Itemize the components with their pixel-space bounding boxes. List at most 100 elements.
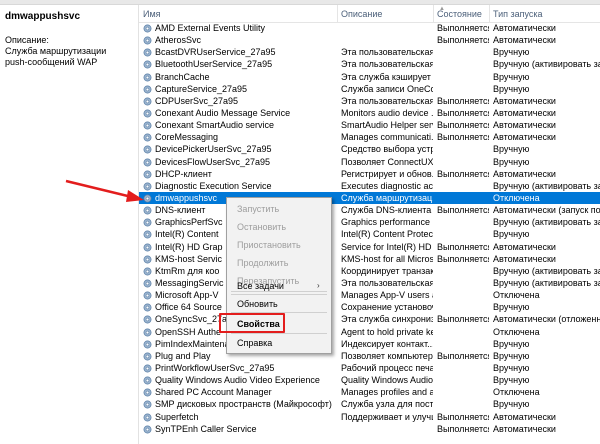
submenu-arrow-icon: › <box>317 281 320 290</box>
cell-name: AMD External Events Utility <box>155 23 266 33</box>
cell-name: CaptureService_27a95 <box>155 83 248 94</box>
table-row[interactable]: DHCP-клиент Регистрирует и обнов... Выполн… <box>139 168 600 180</box>
cell-startup-type: Вручную <box>493 350 530 361</box>
table-row[interactable]: CaptureService_27a95 Служба записи OneCor… <box>139 83 600 95</box>
cell-state: Выполняется <box>437 423 489 434</box>
column-divider[interactable] <box>337 5 338 22</box>
cell-state: Выполняется <box>437 132 489 143</box>
table-row[interactable]: Office 64 SourceСохранение установоч...В… <box>139 301 600 313</box>
cell-startup-type: Автоматически <box>493 168 556 179</box>
cell-name: DevicePickerUserSvc_27a95 <box>155 144 272 155</box>
cell-name: BcastDVRUserService_27a95 <box>155 47 276 58</box>
menu-item-resume[interactable]: Продолжить <box>237 258 288 268</box>
table-row[interactable]: BranchCache Эта служба кэширует ... Вручну… <box>139 71 600 83</box>
cell-state: Выполняется <box>437 314 489 325</box>
table-row[interactable]: Conexant Audio Message Service Monitors a… <box>139 107 600 119</box>
cell-startup-type: Автоматически <box>493 23 556 33</box>
cell-description: Service for Intel(R) HD G... <box>341 241 433 252</box>
service-title: dmwappushsvc <box>5 11 81 22</box>
table-row[interactable]: Microsoft App-VManages App-V users a...О… <box>139 289 600 301</box>
table-row[interactable]: Shared PC Account Manager Manages profile… <box>139 386 600 398</box>
table-row[interactable]: Intel(R) Content Intel(R) Content Protect… <box>139 228 600 240</box>
cell-startup-type: Отключена <box>493 326 540 337</box>
cell-startup-type: Вручную (активировать запу <box>493 265 600 276</box>
table-row[interactable]: DevicesFlowUserSvc_27a95 Позволяет Connec… <box>139 156 600 168</box>
cell-startup-type: Вручную <box>493 71 530 82</box>
properties-highlight <box>219 313 285 333</box>
cell-description: Эта пользовательская ... <box>341 47 433 58</box>
table-row[interactable]: PimIndexMaintenanceSvc_27a95 Индексирует … <box>139 338 600 350</box>
table-row[interactable]: MessagingServicЭта пользовательская ...В… <box>139 277 600 289</box>
table-row[interactable]: Intel(R) HD Grap Service for Intel(R) HD … <box>139 241 600 253</box>
cell-description: Эта пользовательская ... <box>341 277 433 288</box>
table-row[interactable]: KtmRm для коо Координирует транзак... Вруч… <box>139 265 600 277</box>
cell-startup-type: Автоматически <box>493 132 556 143</box>
table-row[interactable]: KMS-host Servic KMS-host for all Micros..… <box>139 253 600 265</box>
table-row[interactable]: DevicePickerUserSvc_27a95 Средство выбора… <box>139 143 600 155</box>
column-state[interactable]: Состояние <box>437 9 482 19</box>
menu-item-stop[interactable]: Остановить <box>237 222 286 232</box>
column-name[interactable]: Имя <box>143 9 161 19</box>
table-row[interactable]: CDPUserSvc_27a95 Эта пользовательская ...… <box>139 95 600 107</box>
column-startup-type[interactable]: Тип запуска <box>493 9 543 19</box>
cell-name: Quality Windows Audio Video Experience <box>155 375 320 386</box>
cell-name: SynTPEnh Caller Service <box>155 423 257 434</box>
cell-startup-type: Автоматически <box>493 120 556 131</box>
cell-description: Позволяет компьютер... <box>341 350 433 361</box>
cell-description: Служба записи OneCore <box>341 83 433 94</box>
cell-description: Координирует транзак... <box>341 265 433 276</box>
table-row[interactable]: GraphicsPerfSvc Graphics performance ... В… <box>139 216 600 228</box>
cell-description: Quality Windows Audio ... <box>341 375 433 386</box>
column-divider[interactable] <box>433 5 434 22</box>
cell-startup-type: Вручную (активировать запу <box>493 217 600 228</box>
cell-state: Выполняется <box>437 95 489 106</box>
table-row[interactable]: BluetoothUserService_27a95 Эта пользовате… <box>139 58 600 70</box>
cell-description: Индексирует контакт... <box>341 338 433 349</box>
table-row[interactable]: Plug and Play Позволяет компьютер... Выпол… <box>139 350 600 362</box>
cell-startup-type: Вручную <box>493 338 530 349</box>
table-row[interactable]: dmwappushsvc Служба маршрутизац... Отключе… <box>139 191 600 205</box>
table-row[interactable]: Quality Windows Audio Video Experience Qu… <box>139 374 600 386</box>
cell-startup-type: Автоматически <box>493 95 556 106</box>
cell-description: Эта служба кэширует ... <box>341 71 433 82</box>
column-divider[interactable] <box>489 5 490 22</box>
cell-state: Выполняется <box>437 241 489 252</box>
table-row[interactable]: SMP дисковых пространств (Майкрософт) Слу… <box>139 398 600 410</box>
red-arrow-icon <box>65 179 144 202</box>
cell-description: Manages communicati... <box>341 132 433 143</box>
table-row[interactable]: Conexant SmartAudio service SmartAudio He… <box>139 119 600 131</box>
menu-item-pause[interactable]: Приостановить <box>237 240 301 250</box>
menu-separator <box>231 333 327 334</box>
cell-description: Поддерживает и улучш... <box>341 411 433 422</box>
cell-startup-type: Вручную <box>493 399 530 410</box>
column-description[interactable]: Описание <box>341 9 382 19</box>
table-row[interactable]: Diagnostic Execution Service Executes dia… <box>139 180 600 192</box>
cell-state: Выполняется <box>437 107 489 118</box>
cell-description: Служба DNS-клиента (... <box>341 205 433 216</box>
cell-description: Служба маршрутизац... <box>341 192 433 203</box>
cell-startup-type: Отключена <box>493 387 540 398</box>
cell-name: BluetoothUserService_27a95 <box>155 59 273 70</box>
cell-description: Средство выбора устр... <box>341 144 433 155</box>
table-row[interactable]: Superfetch Поддерживает и улучш... Выполня… <box>139 411 600 423</box>
cell-description: Manages profiles and ac... <box>341 387 433 398</box>
cell-state: Выполняется <box>437 168 489 179</box>
table-row[interactable]: SynTPEnh Caller Service Выполняется Автома… <box>139 423 600 435</box>
menu-item-refresh[interactable]: Обновить <box>237 299 278 309</box>
menu-item-all-tasks[interactable]: Все задачи <box>237 281 284 291</box>
table-row[interactable]: BcastDVRUserService_27a95 Эта пользовател… <box>139 46 600 58</box>
table-row[interactable]: AtherosSvc Выполняется Автоматически <box>139 34 600 46</box>
table-row[interactable]: OpenSSH Authe Agent to hold private ke...… <box>139 326 600 338</box>
cell-name: Conexant SmartAudio service <box>155 120 275 131</box>
table-row[interactable]: CoreMessaging Manages communicati... Выпол… <box>139 131 600 143</box>
table-row[interactable]: OneSyncSvc_27a Эта служба синхрониз... Вып… <box>139 313 600 325</box>
cell-startup-type: Вручную <box>493 362 530 373</box>
table-row[interactable]: AMD External Events Utility Выполняется Ав… <box>139 22 600 34</box>
menu-item-start[interactable]: Запустить <box>237 204 279 214</box>
cell-startup-type: Автоматически (запуск по тр <box>493 205 600 216</box>
table-row[interactable]: PrintWorkflowUserSvc_27a95 Рабочий процес… <box>139 362 600 374</box>
menu-item-help[interactable]: Справка <box>237 338 272 348</box>
table-row[interactable]: DNS-клиентСлужба DNS-клиента (...Выполня… <box>139 204 600 216</box>
menu-separator <box>231 294 327 295</box>
cell-description: Эта служба синхрониз... <box>341 314 433 325</box>
